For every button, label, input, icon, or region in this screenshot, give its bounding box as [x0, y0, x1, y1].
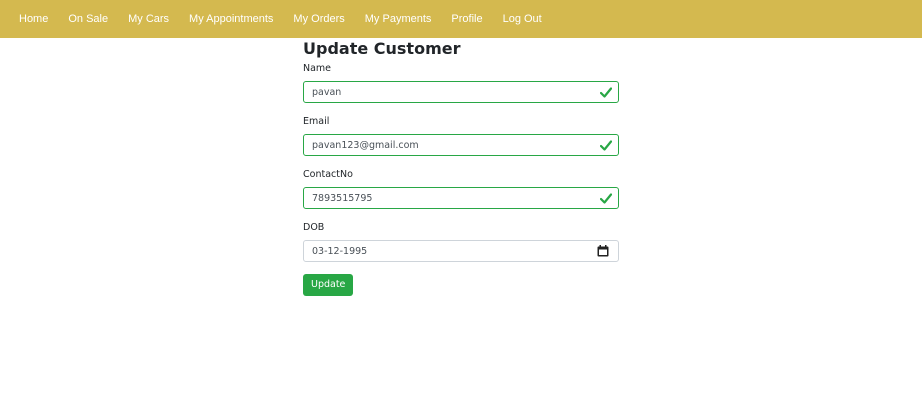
dob-value: 03-12-1995: [312, 245, 368, 257]
nav-home[interactable]: Home: [19, 13, 48, 25]
nav-my-appointments[interactable]: My Appointments: [189, 13, 273, 25]
update-customer-form: Update Customer Name pavan Email pavan12…: [303, 38, 619, 296]
nav-log-out[interactable]: Log Out: [503, 13, 542, 25]
name-label: Name: [303, 63, 332, 74]
check-icon: [600, 140, 612, 151]
nav-my-payments[interactable]: My Payments: [365, 13, 432, 25]
email-value: pavan123@gmail.com: [312, 139, 419, 151]
email-label: Email: [303, 116, 330, 127]
nav-my-cars[interactable]: My Cars: [128, 13, 169, 25]
check-icon: [600, 193, 612, 204]
check-icon: [600, 87, 612, 98]
contact-value: 7893515795: [312, 192, 373, 204]
name-value: pavan: [312, 86, 342, 98]
page-title: Update Customer: [303, 39, 461, 58]
email-input[interactable]: pavan123@gmail.com: [303, 134, 619, 156]
nav-my-orders[interactable]: My Orders: [293, 13, 344, 25]
contact-input[interactable]: 7893515795: [303, 187, 619, 209]
contact-label: ContactNo: [303, 169, 353, 180]
dob-label: DOB: [303, 222, 325, 233]
top-navbar: Home On Sale My Cars My Appointments My …: [0, 0, 922, 38]
calendar-icon[interactable]: [597, 245, 609, 257]
update-button[interactable]: Update: [303, 273, 354, 296]
name-input[interactable]: pavan: [303, 81, 619, 103]
dob-input[interactable]: 03-12-1995: [303, 240, 619, 262]
nav-on-sale[interactable]: On Sale: [68, 13, 108, 25]
nav-profile[interactable]: Profile: [451, 13, 482, 25]
